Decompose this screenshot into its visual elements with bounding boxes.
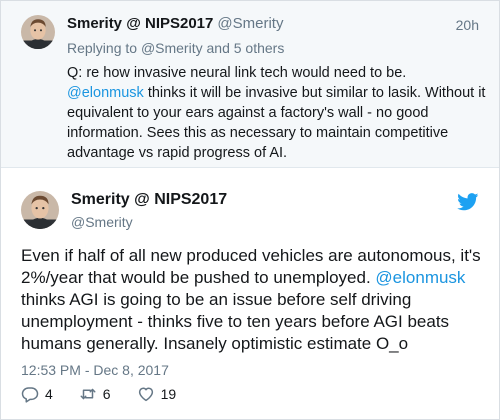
retweet-button[interactable]: 6 bbox=[79, 385, 111, 403]
tweet-text-part: Q: re how invasive neural link tech woul… bbox=[67, 65, 407, 81]
replying-others-link[interactable]: and 5 others bbox=[207, 40, 285, 56]
avatar[interactable] bbox=[21, 15, 55, 49]
author-name[interactable]: Smerity @ NIPS2017 bbox=[71, 191, 227, 209]
like-button[interactable]: 19 bbox=[137, 385, 177, 403]
avatar[interactable] bbox=[21, 191, 59, 229]
heart-icon bbox=[138, 387, 153, 402]
replying-prefix: Replying to bbox=[67, 40, 138, 56]
retweet-count: 6 bbox=[102, 386, 111, 402]
replying-to: Replying to @Smerity and 5 others bbox=[67, 40, 284, 56]
main-tweet: Smerity @ NIPS2017 @Smerity Even if half… bbox=[1, 169, 499, 419]
mention-link[interactable]: @elonmusk bbox=[67, 85, 144, 101]
tweet-header: Smerity @ NIPS2017 @Smerity bbox=[67, 15, 283, 32]
replying-handle-link[interactable]: @Smerity bbox=[141, 40, 203, 56]
tweet-text: Even if half of all new produced vehicle… bbox=[21, 245, 487, 355]
reply-icon bbox=[21, 387, 39, 403]
avatar-image bbox=[21, 191, 59, 229]
author-name[interactable]: Smerity @ NIPS2017 bbox=[67, 15, 213, 32]
tweet-time[interactable]: 20h bbox=[456, 17, 479, 33]
like-count: 19 bbox=[160, 386, 177, 402]
author-handle[interactable]: @Smerity bbox=[217, 15, 283, 32]
twitter-bird-icon[interactable] bbox=[457, 193, 479, 211]
tweet-text-part: thinks AGI is going to be an issue befor… bbox=[21, 290, 450, 353]
tweet-text: Q: re how invasive neural link tech woul… bbox=[67, 63, 487, 163]
retweet-icon bbox=[80, 388, 96, 400]
tweet-thread: Smerity @ NIPS2017 @Smerity 20h Replying … bbox=[0, 0, 500, 420]
reply-count: 4 bbox=[45, 386, 53, 402]
tweet-actions: 4 6 19 bbox=[21, 385, 202, 403]
author-handle[interactable]: @Smerity bbox=[71, 214, 133, 230]
twitter-bird-icon-svg bbox=[457, 193, 479, 211]
mention-link[interactable]: @elonmusk bbox=[375, 268, 465, 287]
reply-button[interactable]: 4 bbox=[21, 385, 53, 403]
reply-tweet[interactable]: Smerity @ NIPS2017 @Smerity 20h Replying … bbox=[1, 1, 499, 168]
avatar-image bbox=[21, 15, 55, 49]
tweet-timestamp[interactable]: 12:53 PM - Dec 8, 2017 bbox=[21, 362, 169, 378]
